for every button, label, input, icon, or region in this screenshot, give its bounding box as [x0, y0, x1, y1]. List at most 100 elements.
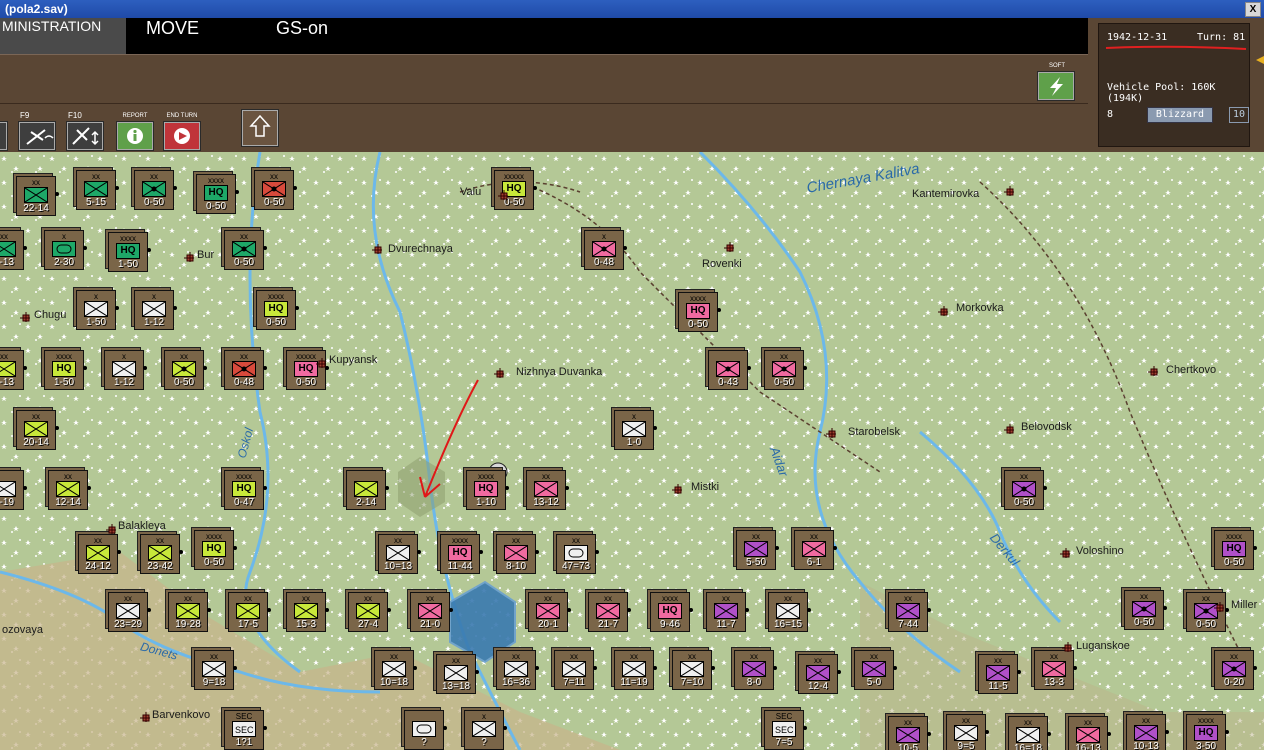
end-turn-button[interactable]	[163, 121, 201, 151]
unit-counter[interactable]: xx 20-14	[16, 410, 59, 450]
city-chuguev[interactable]: Chugu	[34, 309, 66, 321]
unit-counter[interactable]: x 1-50	[76, 290, 119, 330]
city-voloshino[interactable]: Voloshino	[1076, 545, 1124, 557]
unit-counter[interactable]: xx 13-3	[1034, 650, 1077, 690]
unit-counter[interactable]: xx 9=5	[946, 714, 989, 750]
unit-counter[interactable]: xxxx HQ 0-50	[256, 290, 299, 330]
unit-counter[interactable]: ?	[404, 710, 447, 750]
unit-counter[interactable]: xxxx HQ 0-50	[194, 530, 237, 570]
unit-counter[interactable]: xxxxx HQ 0-50	[286, 350, 329, 390]
unit-counter[interactable]: xx 16=36	[496, 650, 539, 690]
city-belovodsk[interactable]: Belovodsk	[1021, 421, 1072, 433]
unit-counter[interactable]: xx 21-7	[588, 592, 631, 632]
unit-counter[interactable]: xx 6-1	[794, 530, 837, 570]
city-balakleya[interactable]: Balakleya	[118, 520, 166, 532]
air-mission-button[interactable]	[66, 121, 104, 151]
unit-counter[interactable]: xx 9=18	[194, 650, 237, 690]
unit-counter[interactable]: xx 15-3	[286, 592, 329, 632]
unit-counter[interactable]: xxxx HQ 0-50	[1214, 530, 1257, 570]
unit-counter[interactable]: xxxx HQ 11-44	[440, 534, 483, 574]
unit-counter[interactable]: xx 16=18	[1008, 716, 1051, 750]
unit-counter[interactable]: xx 5-15	[76, 170, 119, 210]
unit-counter[interactable]: xx 13-12	[526, 470, 569, 510]
unit-counter[interactable]: xx 0-50	[224, 230, 267, 270]
unit-counter[interactable]: xx 10=18	[374, 650, 417, 690]
unit-counter[interactable]: xx 24-12	[78, 534, 121, 574]
unit-counter[interactable]: xx 7-44	[888, 592, 931, 632]
unit-counter[interactable]: xxxx HQ 3-50	[1186, 714, 1229, 750]
unit-counter[interactable]: xx 0-50	[1004, 470, 1047, 510]
up-arrow-button[interactable]	[241, 109, 279, 147]
unit-counter[interactable]: xx 0-50	[764, 350, 807, 390]
unit-counter[interactable]: xxxx HQ 0-47	[224, 470, 267, 510]
city-starobelsk[interactable]: Starobelsk	[848, 426, 900, 438]
unit-counter[interactable]: xx 11-5	[978, 654, 1021, 694]
unit-counter[interactable]: xx 7=11	[554, 650, 597, 690]
unit-counter[interactable]: xx 11-7	[706, 592, 749, 632]
unit-counter[interactable]: xx 23=29	[108, 592, 151, 632]
unit-counter[interactable]: xx 0-48	[224, 350, 267, 390]
unit-counter[interactable]: xx 0-20	[1214, 650, 1257, 690]
unit-counter[interactable]: xx 8-0	[734, 650, 777, 690]
unit-counter[interactable]: SEC SEC 7=5	[764, 710, 807, 750]
unit-counter[interactable]: xx 7=10	[672, 650, 715, 690]
unit-counter[interactable]: xx 8-10	[496, 534, 539, 574]
soft-button[interactable]	[1037, 71, 1075, 101]
close-button[interactable]: X	[1245, 2, 1261, 17]
city-lozovaya[interactable]: ozovaya	[2, 624, 43, 636]
city-burluk[interactable]: Bur	[197, 249, 214, 261]
unit-counter[interactable]: xx 1-13	[0, 230, 27, 270]
unit-counter[interactable]: xx 20-1	[528, 592, 571, 632]
unit-counter[interactable]: xx 47=73	[556, 534, 599, 574]
city-luganskoe[interactable]: Luganskoe	[1076, 640, 1130, 652]
unit-counter[interactable]: xxxx HQ 1-50	[108, 232, 151, 272]
unit-counter[interactable]: xx 6-13	[0, 350, 27, 390]
unit-counter[interactable]: xx 11=19	[614, 650, 657, 690]
unit-counter[interactable]: xx 10=13	[378, 534, 421, 574]
unit-counter[interactable]: xxxx HQ 1-50	[44, 350, 87, 390]
game-map[interactable]: Chernaya Kalitva Aidar Derkul Oskol Done…	[0, 152, 1264, 750]
city-rovenki[interactable]: Rovenki	[702, 258, 742, 270]
unit-counter[interactable]: xxxx HQ 1-10	[466, 470, 509, 510]
unit-counter[interactable]: 2-14	[346, 470, 389, 510]
unit-counter[interactable]: xxxx HQ 9-46	[650, 592, 693, 632]
unit-counter[interactable]: xx 13=18	[436, 654, 479, 694]
airdrop-button[interactable]	[18, 121, 56, 151]
unit-counter[interactable]: xx 5-0	[854, 650, 897, 690]
partial-tool-button[interactable]	[0, 121, 8, 151]
city-chertkovo[interactable]: Chertkovo	[1166, 364, 1216, 376]
unit-counter[interactable]: 0-19	[0, 470, 27, 510]
unit-counter[interactable]: xx 16=15	[768, 592, 811, 632]
unit-counter[interactable]: xx 10-13	[1126, 714, 1169, 750]
unit-counter[interactable]: xx 12-14	[48, 470, 91, 510]
unit-counter[interactable]: xx 27-4	[348, 592, 391, 632]
tab-gs-on[interactable]: GS-on	[276, 18, 328, 54]
unit-counter[interactable]: xx 12-4	[798, 654, 841, 694]
city-dvurechnaya[interactable]: Dvurechnaya	[388, 243, 453, 255]
unit-counter[interactable]: x 2-30	[44, 230, 87, 270]
unit-counter[interactable]: xx 0-50	[1186, 592, 1229, 632]
unit-counter[interactable]: xx 21-0	[410, 592, 453, 632]
unit-counter[interactable]: xx 23-42	[140, 534, 183, 574]
unit-counter[interactable]: x 1-12	[104, 350, 147, 390]
unit-counter[interactable]: x 1-12	[134, 290, 177, 330]
city-kantemirovka[interactable]: Kantemirovka	[912, 188, 979, 200]
unit-counter[interactable]: xx 17-5	[228, 592, 271, 632]
city-barvenkovo[interactable]: Barvenkovo	[152, 709, 210, 721]
unit-counter[interactable]: xx 0-50	[134, 170, 177, 210]
unit-counter[interactable]: xx 0-50	[1124, 590, 1167, 630]
unit-counter[interactable]: xx 16-13	[1068, 716, 1111, 750]
unit-counter[interactable]: x 1-0	[614, 410, 657, 450]
unit-counter[interactable]: xx 0-50	[254, 170, 297, 210]
unit-counter[interactable]: x 0-48	[584, 230, 627, 270]
city-mistki[interactable]: Mistki	[691, 481, 719, 493]
city-nizhnya-duvanka[interactable]: Nizhnya Duvanka	[516, 366, 602, 378]
unit-counter[interactable]: xx 22-14	[16, 176, 59, 216]
unit-counter[interactable]: 0-43	[708, 350, 751, 390]
unit-counter[interactable]: SEC SEC 1?1	[224, 710, 267, 750]
unit-counter[interactable]: xxxx HQ 0-50	[678, 292, 721, 332]
city-morkovka[interactable]: Morkovka	[956, 302, 1004, 314]
tab-administration[interactable]: MINISTRATION	[0, 18, 127, 54]
unit-counter[interactable]: xx 0-50	[164, 350, 207, 390]
report-button[interactable]	[116, 121, 154, 151]
